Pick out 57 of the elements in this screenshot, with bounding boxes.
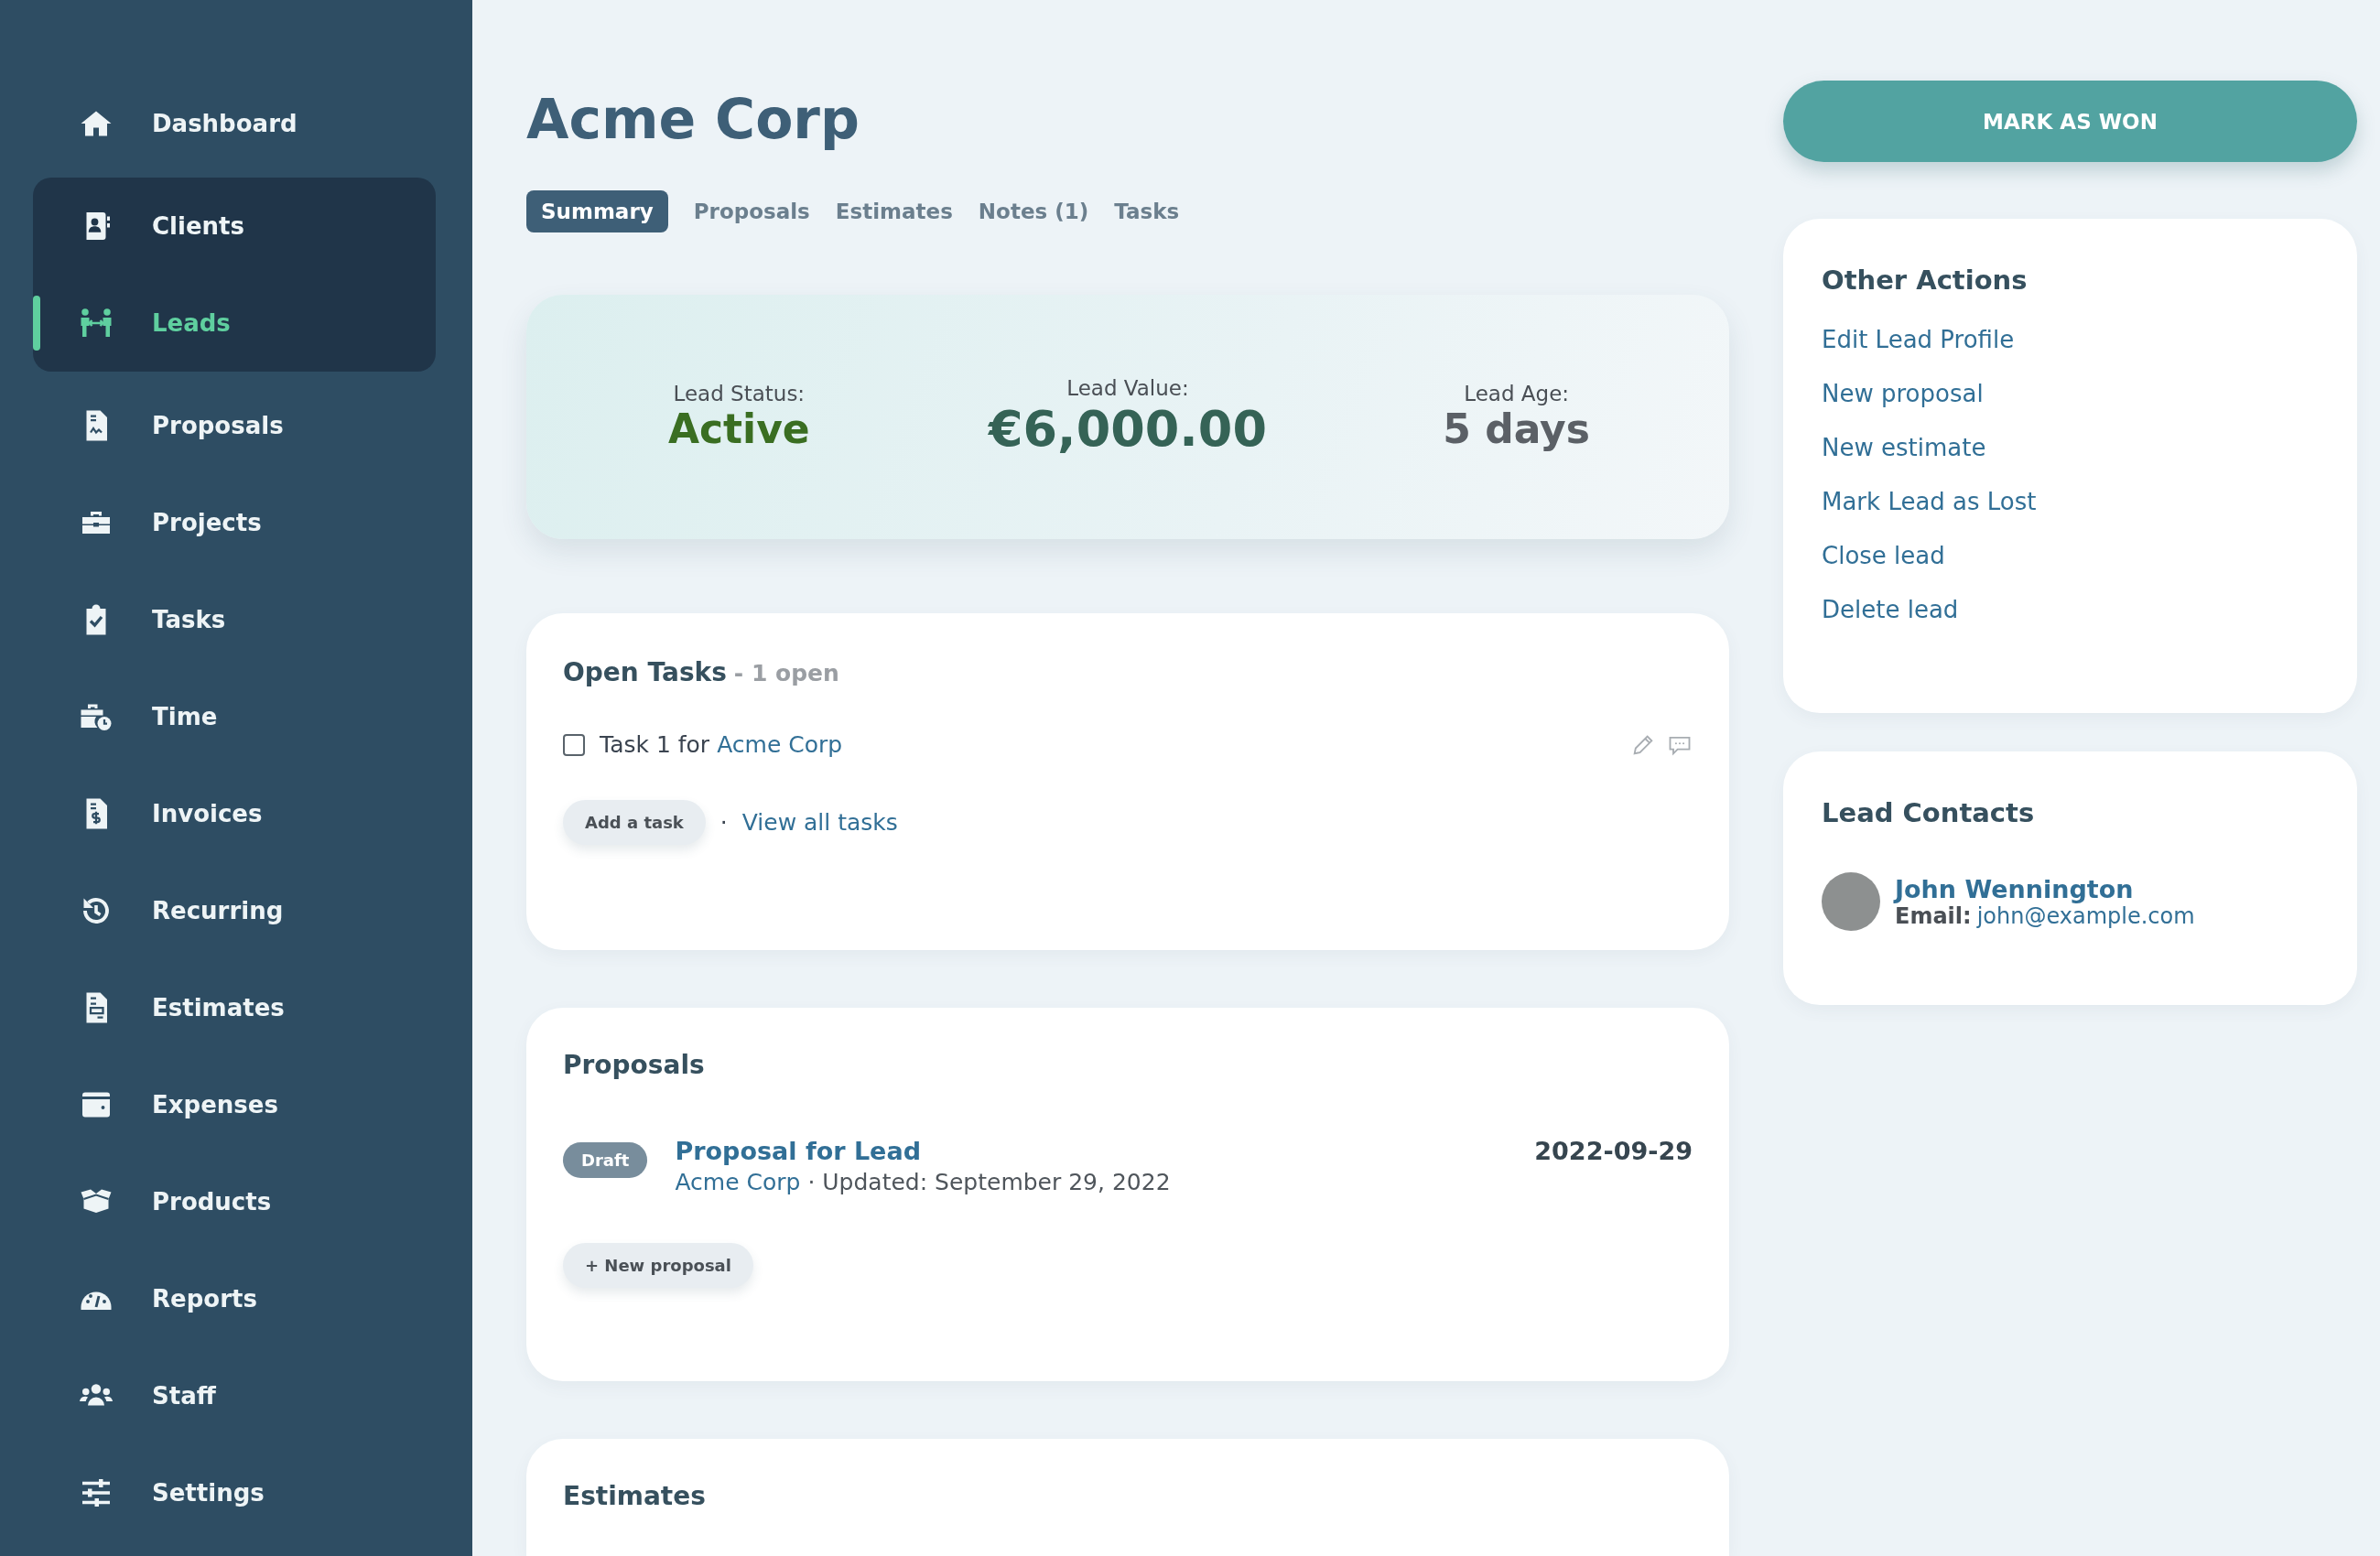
nav-item[interactable]: Leads <box>33 275 436 372</box>
action-link[interactable]: Edit Lead Profile <box>1822 321 2015 359</box>
tab[interactable]: Tasks <box>1114 190 1180 232</box>
email-link[interactable]: john@example.com <box>1976 902 2195 929</box>
action-link[interactable]: Mark Lead as Lost <box>1822 483 2037 521</box>
contact-name-link[interactable]: John Wennington <box>1895 874 2195 903</box>
sliders-icon <box>80 1476 113 1509</box>
action-link[interactable]: Close lead <box>1822 537 1945 575</box>
handshake-people-icon <box>80 307 113 340</box>
task-text: Task 1 for <box>600 731 710 758</box>
stat-label: Lead Value: <box>1066 376 1189 400</box>
nav-item[interactable]: Settings <box>33 1444 436 1541</box>
task-count: - 1 open <box>733 660 839 686</box>
nav-item[interactable]: Tasks <box>33 571 436 668</box>
action-link[interactable]: New estimate <box>1822 429 1986 467</box>
card-title: Proposals <box>563 1050 705 1080</box>
client-link[interactable]: Acme Corp <box>675 1169 801 1195</box>
task-checkbox[interactable] <box>563 733 585 756</box>
card-title: Estimates <box>563 1481 706 1511</box>
active-indicator <box>33 296 40 351</box>
add-task-button[interactable]: Add a task <box>563 800 706 845</box>
nav-item[interactable]: Products <box>33 1153 436 1250</box>
separator-dot: · <box>719 809 728 836</box>
tab[interactable]: Summary <box>526 190 668 232</box>
nav-item[interactable]: Estimates <box>33 959 436 1056</box>
stat-value: 5 days <box>1443 405 1590 452</box>
tab[interactable]: Estimates <box>835 190 953 232</box>
tab[interactable]: Notes (1) <box>978 190 1089 232</box>
stat-value: Active <box>667 405 810 452</box>
nav-item[interactable]: Clients <box>33 178 436 275</box>
task-client-link[interactable]: Acme Corp <box>717 731 843 758</box>
nav-item[interactable]: Staff <box>33 1347 436 1444</box>
nav-item[interactable]: Dashboard <box>33 75 436 172</box>
proposal-title-link[interactable]: Proposal for Lead <box>675 1137 1171 1165</box>
page-title: Acme Corp <box>526 86 860 153</box>
nav-item[interactable]: Reports <box>33 1250 436 1347</box>
tab[interactable]: Proposals <box>693 190 810 232</box>
nav-item[interactable]: Time <box>33 668 436 765</box>
new-proposal-button[interactable]: + New proposal <box>563 1243 753 1288</box>
proposal-date: 2022-09-29 <box>1534 1137 1693 1165</box>
nav-item[interactable]: Invoices <box>33 765 436 862</box>
action-link[interactable]: Delete lead <box>1822 591 1959 629</box>
action-link[interactable]: New proposal <box>1822 375 1984 413</box>
stat-label: Lead Status: <box>673 382 806 405</box>
stat-value: €6,000.00 <box>988 400 1267 458</box>
nav-item[interactable]: Proposals <box>33 377 436 474</box>
nav-item[interactable]: Projects <box>33 474 436 571</box>
email-label: Email: <box>1895 902 1972 929</box>
updated-text: · Updated: September 29, 2022 <box>807 1169 1171 1195</box>
card-title: Lead Contacts <box>1822 797 2035 828</box>
nav-item[interactable]: Recurring <box>33 862 436 959</box>
nav-item[interactable]: Expenses <box>33 1056 436 1153</box>
card-title: Open Tasks <box>563 657 727 687</box>
view-all-tasks-link[interactable]: View all tasks <box>741 809 898 836</box>
stat-label: Lead Age: <box>1464 382 1570 405</box>
status-badge: Draft <box>563 1142 648 1178</box>
card-title: Other Actions <box>1822 265 2028 296</box>
